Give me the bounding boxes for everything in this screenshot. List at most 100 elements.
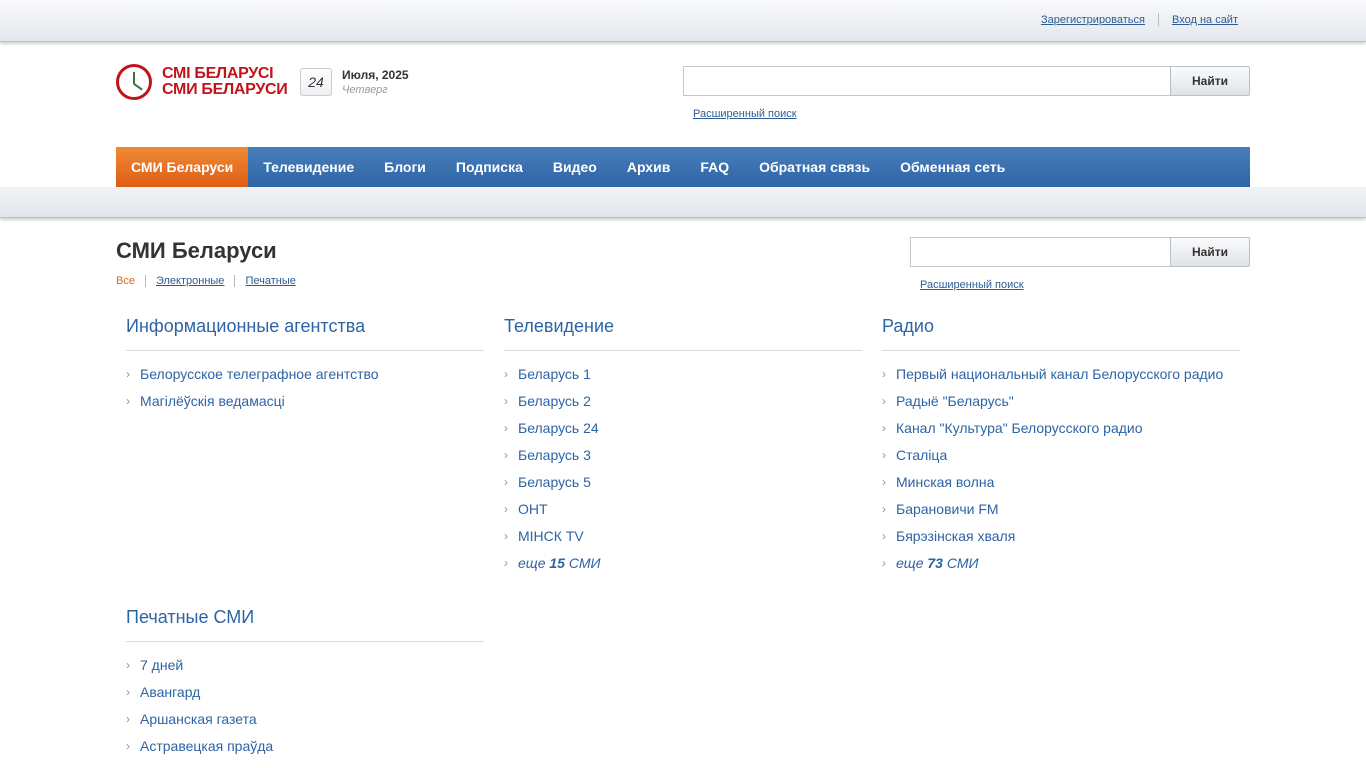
media-link[interactable]: Аршанская газета xyxy=(140,711,257,727)
media-list-item[interactable]: › Беларусь 5 xyxy=(504,473,862,500)
nav-item[interactable]: Подписка xyxy=(441,147,538,187)
clock-icon xyxy=(116,64,152,100)
media-link[interactable]: Белорусское телеграфное агентство xyxy=(140,366,379,382)
page-search-input[interactable] xyxy=(910,237,1170,267)
chevron-right-icon: › xyxy=(126,367,130,381)
media-list-item[interactable]: › Магілёўскія ведамасці xyxy=(126,392,484,419)
media-link[interactable]: Барановичи FM xyxy=(896,501,999,517)
chevron-right-icon: › xyxy=(504,367,508,381)
chevron-right-icon: › xyxy=(504,421,508,435)
media-list-item[interactable]: › Аршанская газета xyxy=(126,710,484,737)
media-link[interactable]: Канал "Культура" Белорусского радио xyxy=(896,420,1143,436)
media-list: › Беларусь 1 › Беларусь 2 › Беларусь 24 › Белар… xyxy=(504,365,862,581)
media-list-item[interactable]: › Беларусь 3 xyxy=(504,446,862,473)
page-advanced-search-link[interactable]: Расширенный поиск xyxy=(920,279,1024,291)
section-radio: Радио › Первый национальный канал Белорусс… xyxy=(882,314,1240,581)
media-link[interactable]: Беларусь 3 xyxy=(518,447,591,463)
media-link[interactable]: Первый национальный канал Белорусского р… xyxy=(896,366,1223,382)
media-link[interactable]: ОНТ xyxy=(518,501,548,517)
section-title[interactable]: Телевидение xyxy=(504,314,862,350)
nav-item[interactable]: Обменная сеть xyxy=(885,147,1020,187)
media-link[interactable]: МIНСК TV xyxy=(518,528,584,544)
media-list-item[interactable]: › ОНТ xyxy=(504,500,862,527)
media-link[interactable]: Беларусь 5 xyxy=(518,474,591,490)
chevron-right-icon: › xyxy=(504,529,508,543)
divider xyxy=(234,275,236,287)
section-divider xyxy=(126,350,484,351)
section-title[interactable]: Печатные СМИ xyxy=(126,605,484,641)
divider xyxy=(144,275,146,287)
page-title: СМИ Беларуси xyxy=(116,238,277,263)
nav-item[interactable]: Архив xyxy=(612,147,685,187)
section-title[interactable]: Информационные агентства xyxy=(126,314,484,350)
top-bar: Зарегистрироваться Вход на сайт xyxy=(0,0,1366,42)
filter-all[interactable]: Все xyxy=(116,275,135,287)
filter-electronic[interactable]: Электронные xyxy=(156,275,224,287)
media-list-item[interactable]: › 7 дней xyxy=(126,656,484,683)
media-link[interactable]: Беларусь 1 xyxy=(518,366,591,382)
chevron-right-icon: › xyxy=(882,367,886,381)
media-list-item[interactable]: › Минская волна xyxy=(882,473,1240,500)
calendar-icon: 24 xyxy=(300,68,332,96)
nav-item[interactable]: Обратная связь xyxy=(744,147,885,187)
filter-print[interactable]: Печатные xyxy=(245,275,295,287)
nav-item[interactable]: Телевидение xyxy=(248,147,369,187)
media-link[interactable]: Астравецкая праўда xyxy=(140,738,273,754)
chevron-right-icon: › xyxy=(126,658,130,672)
media-link[interactable]: Радыё "Беларусь" xyxy=(896,393,1014,409)
chevron-right-icon: › xyxy=(504,556,508,570)
page-search-button[interactable]: Найти xyxy=(1170,237,1250,267)
chevron-right-icon: › xyxy=(882,502,886,516)
chevron-right-icon: › xyxy=(882,448,886,462)
media-link[interactable]: 7 дней xyxy=(140,657,183,673)
login-link[interactable]: Вход на сайт xyxy=(1172,14,1238,26)
header-search-button[interactable]: Найти xyxy=(1170,66,1250,96)
chevron-right-icon: › xyxy=(126,712,130,726)
section-title[interactable]: Радио xyxy=(882,314,1240,350)
nav-item[interactable]: Блоги xyxy=(369,147,441,187)
chevron-right-icon: › xyxy=(882,421,886,435)
media-list-item[interactable]: › Радыё "Беларусь" xyxy=(882,392,1240,419)
media-list-item[interactable]: › Беларусь 24 xyxy=(504,419,862,446)
page-search: Найти xyxy=(910,237,1250,267)
register-link[interactable]: Зарегистрироваться xyxy=(1041,14,1145,26)
media-link[interactable]: Минская волна xyxy=(896,474,994,490)
site-logo[interactable]: СМІ БЕЛАРУСІ СМИ БЕЛАРУСИ xyxy=(116,64,288,100)
media-list-item[interactable]: › Беларусь 2 xyxy=(504,392,862,419)
media-link[interactable]: Магілёўскія ведамасці xyxy=(140,393,285,409)
chevron-right-icon: › xyxy=(504,502,508,516)
section-divider xyxy=(882,350,1240,351)
chevron-right-icon: › xyxy=(882,394,886,408)
media-list-item[interactable]: › Беларусь 1 xyxy=(504,365,862,392)
more-suffix: СМИ xyxy=(568,555,601,571)
media-list-item[interactable]: › Астравецкая праўда xyxy=(126,737,484,764)
media-list-item[interactable]: › Барановичи FM xyxy=(882,500,1240,527)
nav-item[interactable]: Видео xyxy=(538,147,612,187)
header-search-input[interactable] xyxy=(683,66,1170,96)
media-type-filter: Все Электронные Печатные xyxy=(116,275,296,287)
media-list: › Белорусское телеграфное агентство › Магіл… xyxy=(126,365,484,419)
chevron-right-icon: › xyxy=(126,739,130,753)
media-list-item[interactable]: › Авангард xyxy=(126,683,484,710)
chevron-right-icon: › xyxy=(882,529,886,543)
media-list-item[interactable]: › МIНСК TV xyxy=(504,527,862,554)
media-link[interactable]: Беларусь 24 xyxy=(518,420,599,436)
media-list-item[interactable]: › Бярэзінская хваля xyxy=(882,527,1240,554)
media-list-item[interactable]: › Первый национальный канал Белорусского … xyxy=(882,365,1240,392)
auth-links: Зарегистрироваться Вход на сайт xyxy=(1041,13,1238,26)
divider xyxy=(1158,13,1159,26)
show-more-link[interactable]: › еще 15 СМИ xyxy=(504,554,862,581)
media-link[interactable]: Авангард xyxy=(140,684,200,700)
media-link[interactable]: Беларусь 2 xyxy=(518,393,591,409)
media-list-item[interactable]: › Сталіца xyxy=(882,446,1240,473)
chevron-right-icon: › xyxy=(504,448,508,462)
show-more-link[interactable]: › еще 73 СМИ xyxy=(882,554,1240,581)
header-advanced-search-link[interactable]: Расширенный поиск xyxy=(693,108,797,120)
media-list-item[interactable]: › Канал "Культура" Белорусского радио xyxy=(882,419,1240,446)
current-weekday: Четверг xyxy=(342,84,388,96)
media-list-item[interactable]: › Белорусское телеграфное агентство xyxy=(126,365,484,392)
nav-item[interactable]: СМИ Беларуси xyxy=(116,147,249,187)
media-link[interactable]: Сталіца xyxy=(896,447,947,463)
media-link[interactable]: Бярэзінская хваля xyxy=(896,528,1015,544)
nav-item[interactable]: FAQ xyxy=(685,147,744,187)
